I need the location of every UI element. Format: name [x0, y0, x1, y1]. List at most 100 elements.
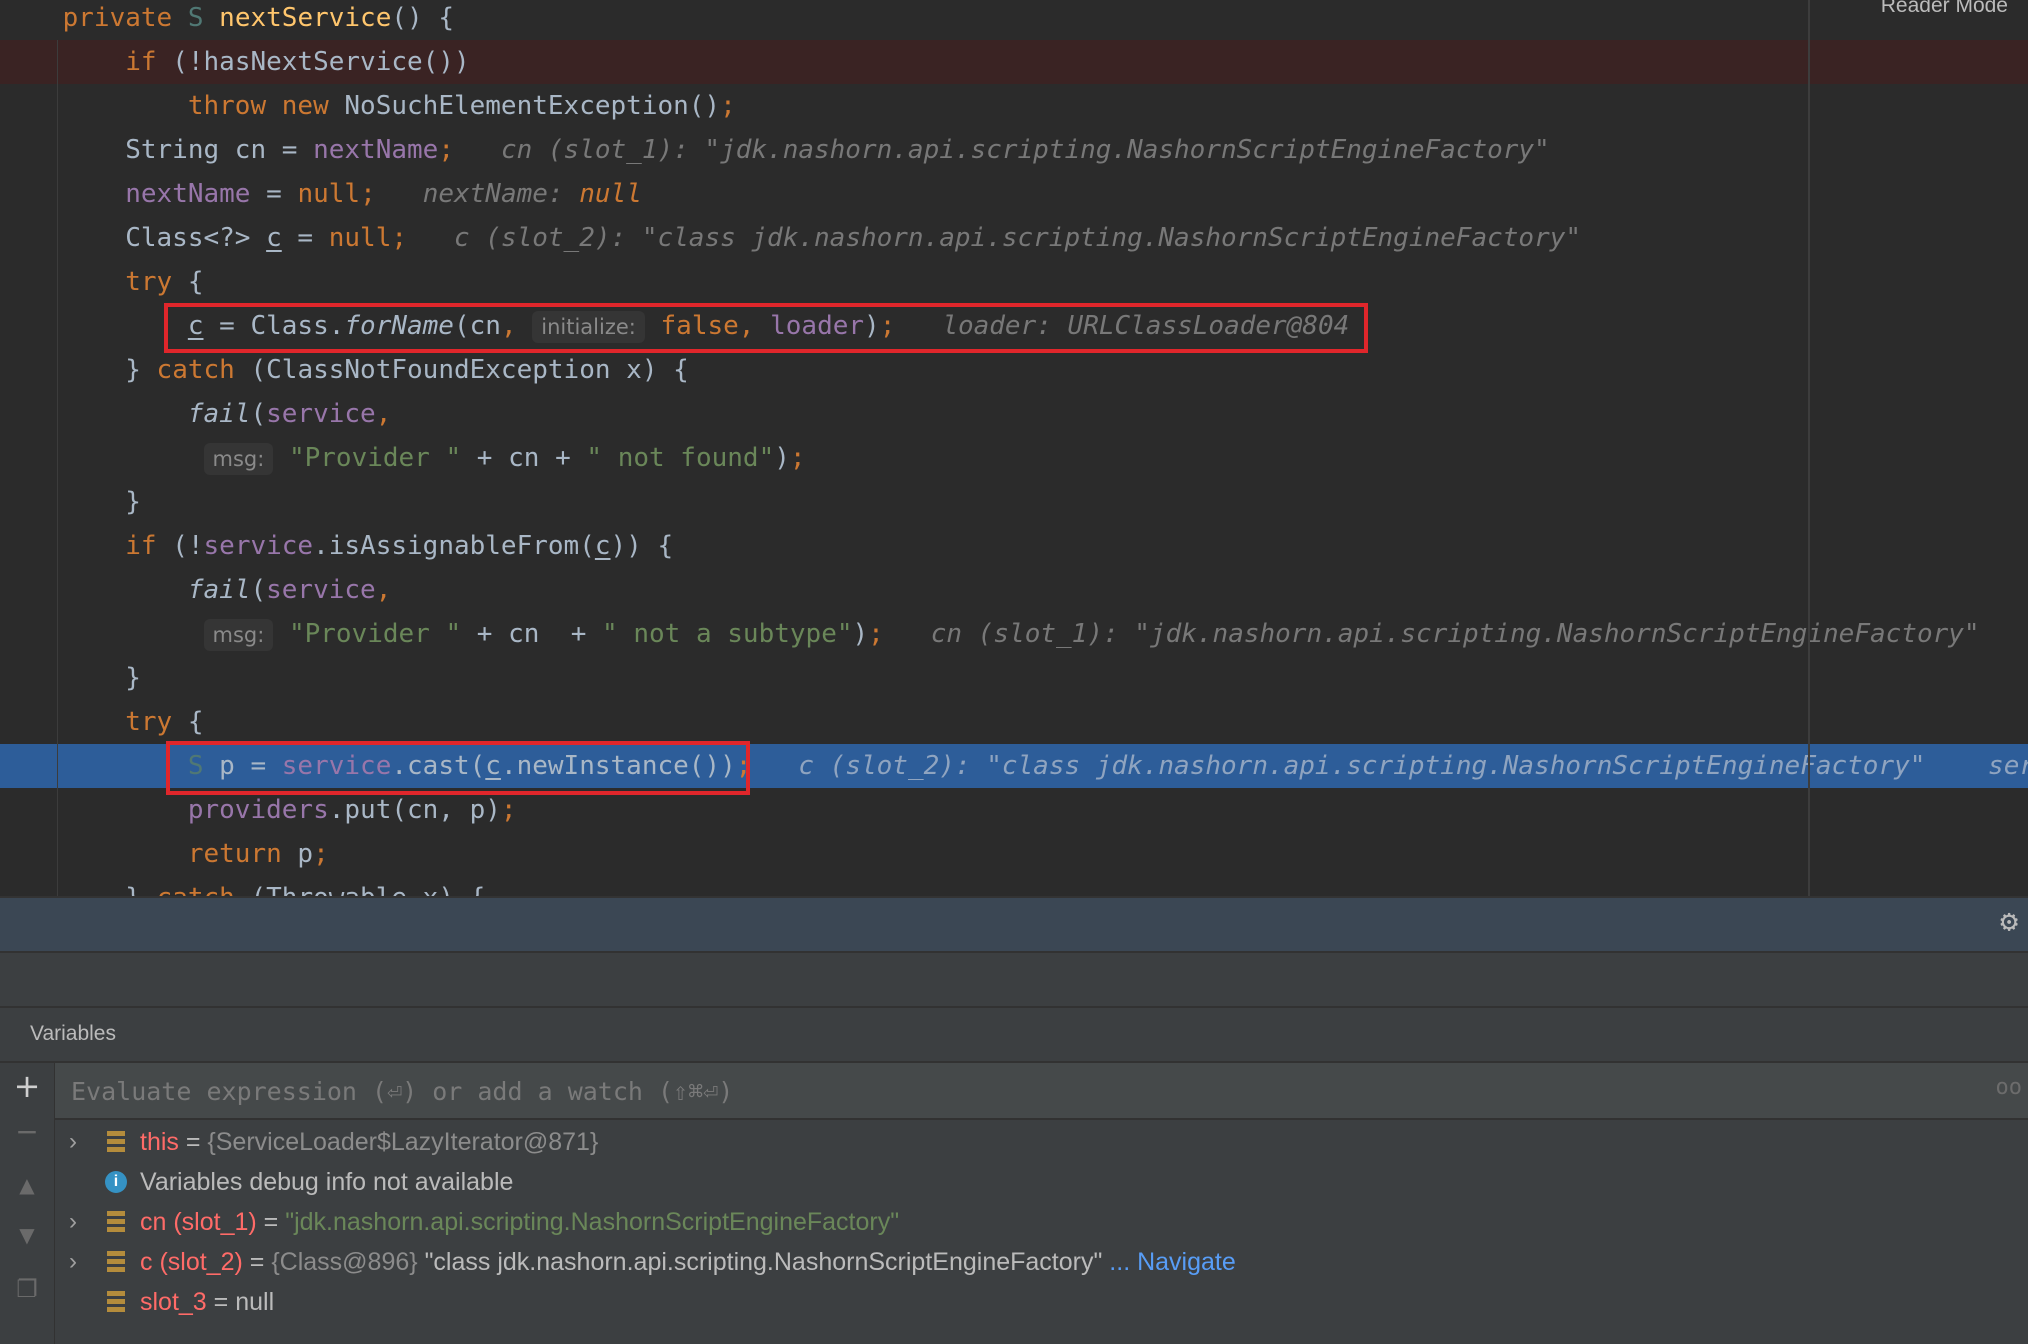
remove-watch-button[interactable]: − — [0, 1115, 54, 1148]
code-token: new — [281, 91, 329, 121]
code-token: c — [266, 223, 282, 253]
variable-name: slot_3 — [140, 1288, 207, 1316]
code-token: providers — [187, 795, 329, 825]
code-line[interactable]: Class<?> c = null; c (slot_2): "class jd… — [0, 216, 2028, 260]
code-token: } — [0, 355, 157, 385]
code-line[interactable]: return p; — [0, 832, 2028, 876]
variable-value: "class jdk.nashorn.api.scripting.Nashorn… — [424, 1248, 1103, 1276]
code-token: "Provider " — [288, 443, 462, 473]
chevron-right-icon[interactable]: › — [69, 1202, 77, 1242]
gear-icon[interactable]: ⚙ — [2000, 904, 2018, 939]
code-line[interactable]: String cn = nextName; cn (slot_1): "jdk.… — [0, 128, 2028, 172]
copy-icon[interactable]: ❐ — [0, 1275, 54, 1303]
debug-toolbar: ⚙ — [0, 896, 2028, 953]
code-token: ; — [868, 619, 884, 649]
code-token: ; — [500, 795, 517, 825]
variable-row[interactable]: › cn (slot_1) = "jdk.nashorn.api.scriptin… — [55, 1202, 2028, 1242]
field-icon — [107, 1131, 125, 1153]
code-token: () { — [391, 3, 454, 33]
evaluate-input[interactable] — [69, 1063, 1953, 1120]
inline-value-hint: cn (slot_1): "jdk.nashorn.api.scripting.… — [500, 135, 1550, 165]
variable-name: cn (slot_1) — [140, 1208, 257, 1236]
code-line[interactable]: nextName = null; nextName: null — [0, 172, 2028, 216]
code-token: S — [187, 3, 204, 33]
highlight-box-forname — [164, 303, 1368, 353]
code-token: )) { — [610, 531, 674, 561]
code-token: fail — [187, 575, 251, 605]
highlight-box-newinstance — [166, 741, 750, 795]
variable-value: "jdk.nashorn.api.scripting.NashornScript… — [285, 1208, 900, 1236]
code-token: fail — [187, 399, 251, 429]
variable-row[interactable]: › c (slot_2) = {Class@896} "class jdk.nas… — [55, 1242, 2028, 1282]
breakpoint-line[interactable]: if (!hasNextService()) — [0, 40, 2028, 84]
chevron-right-icon[interactable]: › — [69, 1122, 77, 1162]
glasses-icon[interactable]: oo — [1996, 1075, 2023, 1100]
equals-sign: = — [242, 1248, 272, 1276]
variable-row[interactable]: › this = {ServiceLoader$LazyIterator@871} — [55, 1122, 2028, 1162]
variable-name: this — [140, 1128, 179, 1156]
variables-tree[interactable]: › this = {ServiceLoader$LazyIterator@871}… — [55, 1120, 2028, 1344]
object-id: {ServiceLoader$LazyIterator@871} — [207, 1128, 599, 1156]
variables-header: Variables — [0, 1006, 2028, 1063]
code-token: + cn + — [461, 619, 603, 649]
variable-row[interactable]: slot_3 = null — [55, 1282, 2028, 1322]
code-line[interactable]: } catch (Throwable x) { — [0, 876, 2028, 896]
code-token: + cn + — [461, 443, 587, 473]
info-icon: i — [105, 1171, 127, 1193]
move-down-button[interactable]: ▼ — [0, 1223, 54, 1247]
code-token: NoSuchElementException() — [328, 91, 721, 121]
evaluate-expression-field[interactable]: oo — [55, 1063, 2028, 1120]
code-token: } — [0, 883, 157, 896]
code-token: c — [594, 531, 611, 561]
variable-row[interactable]: i Variables debug info not available — [55, 1162, 2028, 1202]
parameter-hint: msg: — [203, 619, 274, 651]
code-line[interactable]: } — [0, 480, 2028, 524]
code-token: nextName — [125, 179, 251, 209]
code-token: ; — [391, 223, 408, 253]
code-token: ( — [250, 575, 267, 605]
code-line[interactable]: } — [0, 656, 2028, 700]
code-line[interactable]: msg: "Provider " + cn + " not found"); — [0, 436, 2028, 480]
code-token: { — [172, 267, 204, 297]
inline-value-hint: null — [579, 179, 642, 209]
code-line[interactable]: try { — [0, 700, 2028, 744]
code-token: private — [62, 3, 173, 33]
add-watch-button[interactable]: + — [0, 1067, 54, 1105]
code-token: if — [125, 47, 157, 77]
navigate-link[interactable]: ... Navigate — [1102, 1248, 1235, 1276]
code-line[interactable]: fail(service, — [0, 568, 2028, 612]
inline-value-hint: c (slot_2): "class jdk.nashorn.api.scrip… — [798, 751, 1926, 781]
code-line[interactable]: msg: "Provider " + cn + " not a subtype"… — [0, 612, 2028, 656]
reader-mode-button[interactable]: Reader Mode — [1881, 0, 2008, 18]
code-line[interactable]: throw new NoSuchElementException(); — [0, 84, 2028, 128]
code-token: ; — [438, 135, 454, 165]
code-line[interactable]: } catch (ClassNotFoundException x) { — [0, 348, 2028, 392]
code-token: ; — [360, 179, 376, 209]
code-editor[interactable]: } catch (Throwable x) { return p; provid… — [0, 0, 2028, 896]
code-token: String cn = — [0, 135, 314, 165]
code-line[interactable]: try { — [0, 260, 2028, 304]
move-up-button[interactable]: ▲ — [0, 1173, 54, 1197]
code-token: return — [187, 839, 282, 869]
code-token: nextService — [219, 3, 392, 33]
code-line[interactable]: private S nextService() { — [0, 0, 2028, 40]
code-line[interactable]: fail(service, — [0, 392, 2028, 436]
code-token: try — [125, 267, 173, 297]
variables-title: Variables — [30, 1022, 116, 1045]
chevron-right-icon[interactable]: › — [69, 1242, 77, 1282]
code-token: service — [203, 531, 314, 561]
code-token: .isAssignableFrom( — [313, 531, 595, 561]
indent-guide — [57, 40, 58, 896]
code-line[interactable]: if (!service.isAssignableFrom(c)) { — [0, 524, 2028, 568]
